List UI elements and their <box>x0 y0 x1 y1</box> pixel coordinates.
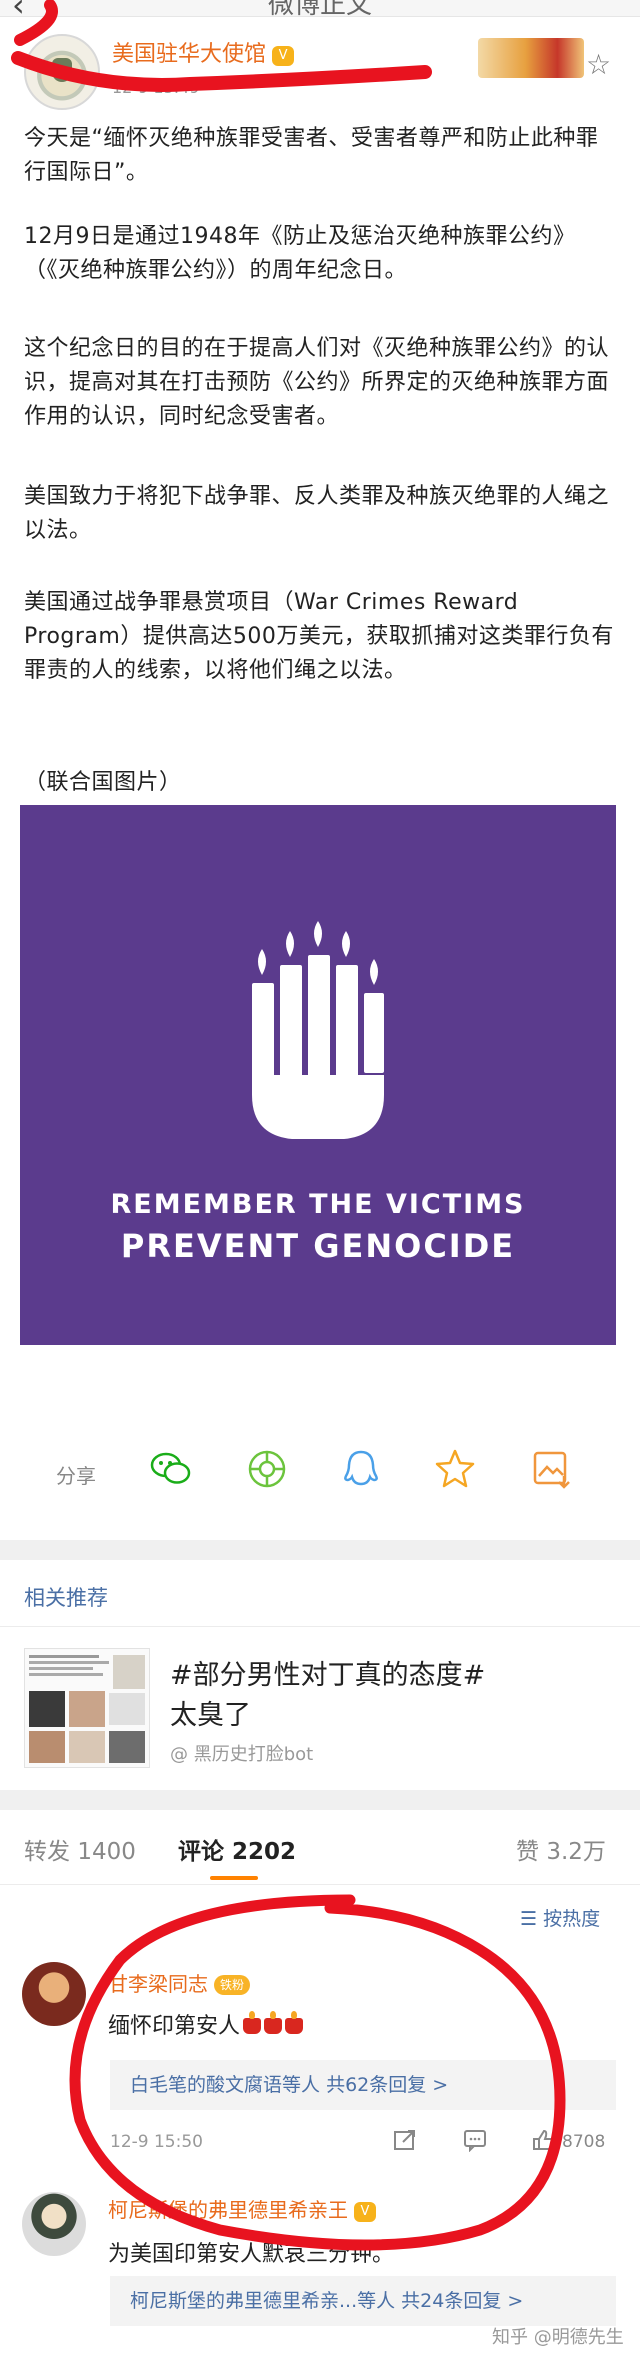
header-banner-decoration <box>478 38 584 78</box>
sort-label[interactable]: 按热度 <box>543 1908 600 1930</box>
related-headline-line-2[interactable]: 太臭了 <box>170 1696 610 1736</box>
reply-count[interactable]: 共62条回复 > <box>326 2074 448 2096</box>
tab-like-label[interactable]: 赞 <box>516 1839 539 1865</box>
tab-repost-label[interactable]: 转发 <box>24 1839 70 1865</box>
reply-count[interactable]: 共24条回复 > <box>401 2290 523 2312</box>
image-credit: （联合国图片） <box>24 770 182 795</box>
follow-star-icon[interactable]: ☆ <box>586 48 611 81</box>
account-name[interactable]: 美国驻华大使馆 V <box>112 36 295 68</box>
tab-repost-count[interactable]: 1400 <box>77 1839 136 1865</box>
tab-comment-count[interactable]: 2202 <box>232 1839 296 1865</box>
save-image-icon[interactable] <box>528 1446 574 1492</box>
like-count: 8708 <box>562 2132 606 2152</box>
tab-comment-label[interactable]: 评论 <box>178 1839 224 1865</box>
fan-badge: 铁粉 <box>214 1975 251 1995</box>
share-comment-icon[interactable] <box>392 2128 418 2152</box>
poster-line-1: REMEMBER THE VICTIMS <box>110 1189 526 1220</box>
post-header: 美国驻华大使馆 V 12-9 15:49 ☆ <box>0 16 640 110</box>
sort-icon: ☰ <box>520 1908 538 1930</box>
tab-like[interactable]: 赞 3.2万 <box>516 1832 606 1866</box>
post-paragraph-5: 美国通过战争罪悬赏项目（War Crimes Reward Program）提供… <box>24 590 614 683</box>
related-title: 相关推荐 <box>24 1586 108 1610</box>
reply-comment-icon[interactable] <box>462 2128 488 2152</box>
post-image[interactable]: REMEMBER THE VICTIMS PREVENT GENOCIDE <box>20 805 616 1345</box>
top-nav-bar: ‹ 微博正文 <box>0 0 640 17</box>
verified-badge-icon: V <box>272 46 295 66</box>
comment-username[interactable]: 甘李梁同志 铁粉 <box>108 1968 251 1997</box>
post-paragraph-3: 这个纪念日的目的在于提高人们对《灭绝种族罪公约》的认识，提高对其在打击预防《公约… <box>24 336 610 429</box>
post-paragraph-1: 今天是“缅怀灭绝种族罪受害者、受害者尊严和防止此种罪行国际日”。 <box>24 126 599 185</box>
reply-preview-users[interactable]: 白毛笔的酸文腐语等人 <box>130 2074 320 2096</box>
share-label: 分享 <box>56 1464 96 1488</box>
candle-emoji-icon <box>264 2011 283 2034</box>
account-avatar[interactable] <box>24 34 100 110</box>
active-tab-indicator <box>210 1876 258 1880</box>
like-thumb-icon[interactable] <box>530 2128 556 2152</box>
reply-preview[interactable]: 白毛笔的酸文腐语等人 共62条回复 > <box>110 2060 616 2110</box>
share-bar: 分享 <box>0 1420 640 1520</box>
divider <box>0 1626 640 1627</box>
comment-text-body: 缅怀印第安人 <box>108 2014 241 2039</box>
comment-text: 为美国印第安人默哀三分钟。 <box>108 2242 395 2267</box>
moments-icon[interactable] <box>244 1446 290 1492</box>
post-timestamp: 12-9 15:49 <box>112 78 200 97</box>
tab-repost[interactable]: 转发 1400 <box>24 1832 136 1866</box>
reply-preview-users[interactable]: 柯尼斯堡的弗里德里希亲...等人 <box>130 2290 395 2312</box>
comment-username-text[interactable]: 柯尼斯堡的弗里德里希亲王 <box>108 2198 348 2222</box>
qq-icon[interactable] <box>338 1446 384 1492</box>
post-paragraph-2: 12月9日是通过1948年《防止及惩治灭绝种族罪公约》（《灭绝种族罪公约》）的周… <box>24 224 576 283</box>
comment-username[interactable]: 柯尼斯堡的弗里德里希亲王 V <box>108 2194 376 2223</box>
comment-avatar[interactable] <box>22 1962 86 2026</box>
verified-badge-icon: V <box>354 2202 376 2222</box>
wechat-icon[interactable] <box>148 1446 194 1492</box>
comment-username-text[interactable]: 甘李梁同志 <box>108 1972 208 1996</box>
poster-line-2: PREVENT GENOCIDE <box>120 1227 516 1265</box>
comment-text: 缅怀印第安人 <box>108 2008 304 2040</box>
reply-preview[interactable]: 柯尼斯堡的弗里德里希亲...等人 共24条回复 > <box>110 2276 616 2326</box>
favorite-star-icon[interactable] <box>432 1446 478 1492</box>
comment-timestamp: 12-9 15:50 <box>110 2132 203 2152</box>
sort-by-hot[interactable]: ☰ 按热度 <box>520 1904 600 1931</box>
watermark: 知乎 @明德先生 <box>492 2327 624 2348</box>
account-name-text[interactable]: 美国驻华大使馆 <box>112 42 266 67</box>
post-paragraph-4: 美国致力于将犯下战争罪、反人类罪及种族灭绝罪的人绳之以法。 <box>24 484 610 543</box>
thumbnail-collage <box>29 1655 145 1763</box>
related-headline[interactable]: #部分男性对丁真的态度# 太臭了 <box>170 1656 610 1736</box>
candle-emoji-icon <box>285 2011 304 2034</box>
related-thumbnail[interactable] <box>24 1648 150 1768</box>
page-title: 微博正文 <box>267 0 372 17</box>
candle-emoji-icon <box>243 2011 262 2034</box>
related-source[interactable]: @ 黑历史打脸bot <box>170 1740 313 1766</box>
comment-avatar[interactable] <box>22 2192 86 2256</box>
section-gap <box>0 1790 640 1810</box>
tab-comment[interactable]: 评论 2202 <box>178 1832 296 1866</box>
related-headline-line-1[interactable]: #部分男性对丁真的态度# <box>170 1656 610 1696</box>
tab-like-count[interactable]: 3.2万 <box>546 1839 606 1865</box>
interaction-tabs: 转发 1400 评论 2202 赞 3.2万 <box>0 1810 640 1885</box>
section-gap <box>0 1540 640 1560</box>
